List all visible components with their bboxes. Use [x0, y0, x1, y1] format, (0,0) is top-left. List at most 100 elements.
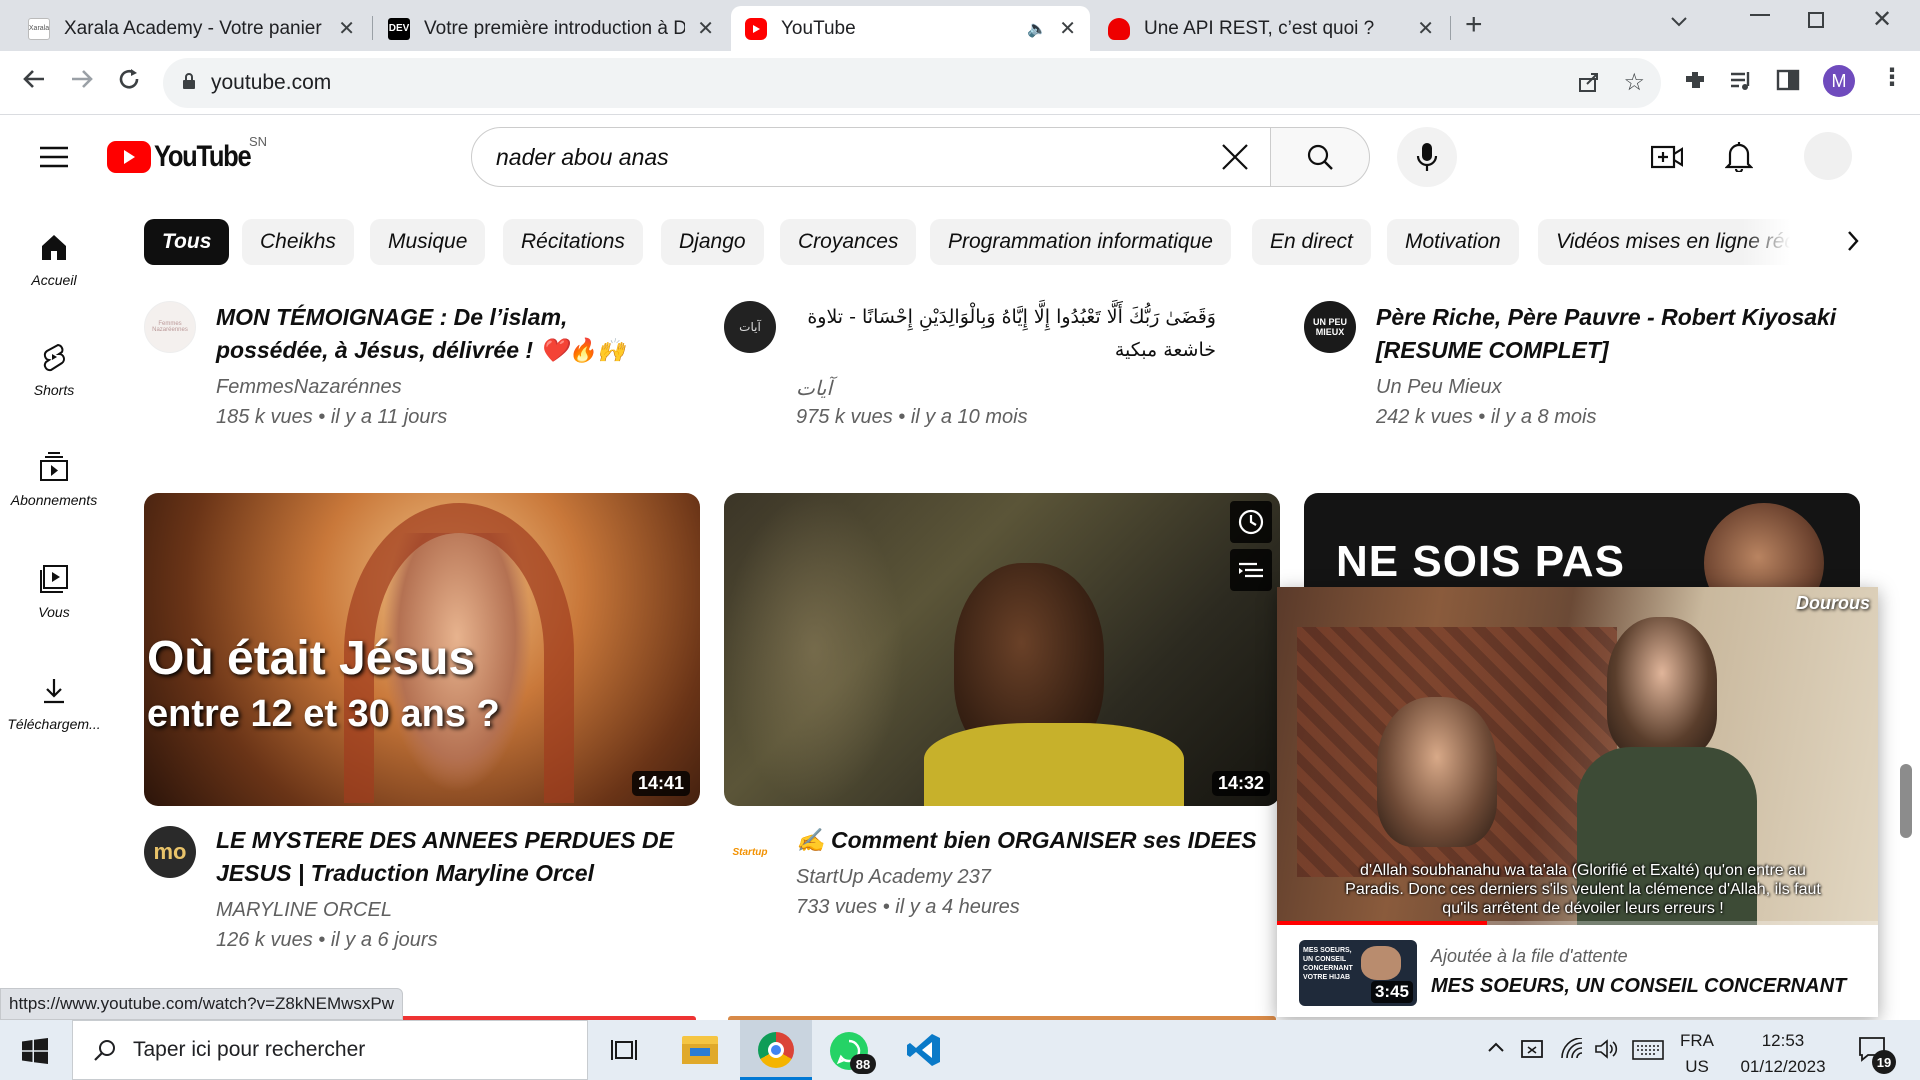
address-bar[interactable]: youtube.com ☆ — [163, 58, 1661, 108]
file-explorer-icon[interactable] — [682, 1032, 718, 1066]
extensions-icon[interactable] — [1682, 68, 1708, 99]
tab-search-icon[interactable] — [1668, 10, 1690, 37]
progress-track[interactable] — [1277, 921, 1878, 925]
chip-cheikhs[interactable]: Cheikhs — [242, 219, 354, 265]
nav-label: Shorts — [33, 382, 75, 398]
forward-icon[interactable] — [68, 65, 96, 98]
browser-tab[interactable]: Une API REST, c’est quoi ? ✕ — [1094, 6, 1448, 51]
clock-time: 12:53 — [1761, 1031, 1805, 1050]
video-title[interactable]: LE MYSTERE DES ANNEES PERDUES DE JESUS |… — [216, 824, 686, 890]
clear-search-icon[interactable] — [1220, 142, 1250, 178]
windows-start-icon[interactable] — [22, 1038, 48, 1069]
channel-avatar[interactable]: Startup — [724, 826, 776, 878]
notifications-icon[interactable]: 19 — [1858, 1036, 1896, 1074]
language-code: FRA — [1680, 1031, 1714, 1050]
miniplayer-video[interactable]: Dourous d'Allah soubhanahu wa ta'ala (Gl… — [1277, 587, 1878, 925]
restore-button[interactable] — [1808, 12, 1824, 28]
battery-icon[interactable] — [1520, 1038, 1546, 1065]
lock-icon[interactable] — [181, 72, 197, 95]
watch-later-icon[interactable] — [1230, 501, 1272, 543]
page-scrollbar[interactable] — [1900, 764, 1912, 838]
nav-label: Vous — [38, 604, 70, 620]
nav-telechargements[interactable]: Téléchargem... — [0, 676, 108, 732]
chip-motivation[interactable]: Motivation — [1387, 219, 1519, 265]
close-icon[interactable]: ✕ — [338, 16, 355, 41]
task-view-icon[interactable] — [610, 1036, 638, 1069]
create-video-icon[interactable] — [1650, 144, 1684, 175]
profile-avatar[interactable]: M — [1823, 65, 1855, 97]
vscode-icon[interactable] — [906, 1032, 942, 1073]
tray-chevron-up-icon[interactable] — [1486, 1038, 1506, 1063]
share-icon[interactable] — [1577, 70, 1601, 99]
video-title[interactable]: MON TÉMOIGNAGE : De l’islam, possédée, à… — [216, 301, 686, 367]
input-language[interactable]: FRA US — [1672, 1028, 1722, 1080]
new-tab-button[interactable]: + — [1465, 8, 1483, 42]
channel-name[interactable]: StartUp Academy 237 — [796, 866, 991, 889]
close-icon[interactable]: ✕ — [1417, 16, 1434, 41]
video-speaker-right — [1607, 617, 1717, 757]
channel-avatar[interactable]: آيات — [724, 301, 776, 353]
progress-fill — [1277, 921, 1488, 925]
nav-shorts[interactable]: Shorts — [0, 342, 108, 398]
chip-musique[interactable]: Musique — [370, 219, 486, 265]
more-menu-icon[interactable]: ⋮ — [1880, 63, 1904, 92]
video-duration: 14:41 — [631, 771, 690, 796]
close-icon[interactable]: ✕ — [1059, 16, 1076, 41]
wifi-icon[interactable] — [1560, 1037, 1584, 1065]
chip-programmation[interactable]: Programmation informatique — [930, 219, 1231, 265]
reload-icon[interactable] — [115, 65, 143, 98]
chip-en-direct[interactable]: En direct — [1252, 219, 1371, 265]
chrome-taskbar-button[interactable] — [740, 1020, 812, 1080]
search-input[interactable]: nader abou anas — [471, 127, 1271, 187]
home-icon — [42, 235, 66, 260]
youtube-logo[interactable]: YouTube — [107, 140, 267, 174]
channel-avatar[interactable]: UN PEU MIEUX — [1304, 301, 1356, 353]
channel-name[interactable]: FemmesNazarénnes — [216, 376, 402, 399]
queue-thumb-text: MES SOEURS, UN CONSEIL CONCERNANT VOTRE … — [1303, 947, 1353, 981]
add-to-queue-icon[interactable] — [1230, 549, 1272, 591]
chevron-right-icon[interactable] — [1838, 226, 1868, 261]
channel-avatar[interactable]: mo — [144, 826, 196, 878]
hamburger-menu-icon[interactable] — [40, 146, 68, 173]
chip-croyances[interactable]: Croyances — [780, 219, 917, 265]
video-stats: 242 k vues • il y a 8 mois — [1376, 406, 1597, 428]
notifications-bell-icon[interactable] — [1724, 140, 1754, 177]
channel-avatar[interactable]: Femmes Nazaréennes — [144, 301, 196, 353]
media-control-icon[interactable] — [1728, 68, 1754, 99]
nav-abonnements[interactable]: Abonnements — [0, 452, 108, 508]
back-icon[interactable] — [20, 65, 48, 98]
taskbar-clock[interactable]: 12:53 01/12/2023 — [1728, 1028, 1838, 1080]
nav-accueil[interactable]: Accueil — [0, 232, 108, 288]
volume-icon[interactable] — [1594, 1038, 1618, 1065]
minimize-button[interactable] — [1750, 14, 1770, 16]
video-thumbnail[interactable]: 14:32 — [724, 493, 1280, 806]
video-title[interactable]: وَقَضَىٰ رَبُّكَ أَلَّا تَعْبُدُوا إِلَّ… — [796, 301, 1216, 367]
nav-vous[interactable]: Vous — [0, 564, 108, 620]
account-avatar[interactable] — [1804, 132, 1852, 180]
channel-name[interactable]: Un Peu Mieux — [1376, 376, 1502, 399]
browser-tab[interactable]: DEV Votre première introduction à Dj ✕ — [374, 6, 728, 51]
keyboard-icon[interactable] — [1632, 1040, 1664, 1065]
channel-name[interactable]: آيات — [796, 376, 832, 401]
channel-name[interactable]: MARYLINE ORCEL — [216, 899, 392, 922]
video-title[interactable]: ✍️ Comment bien ORGANISER ses IDEES — [796, 824, 1266, 857]
voice-search-button[interactable] — [1397, 127, 1457, 187]
video-title[interactable]: Père Riche, Père Pauvre - Robert Kiyosak… — [1376, 301, 1846, 367]
taskbar-search[interactable]: Taper ici pour rechercher — [72, 1020, 588, 1080]
search-button[interactable] — [1270, 127, 1370, 187]
queue-title[interactable]: MES SOEURS, UN CONSEIL CONCERNANT — [1431, 975, 1846, 998]
bookmark-star-icon[interactable]: ☆ — [1623, 68, 1645, 97]
queue-thumbnail[interactable]: MES SOEURS, UN CONSEIL CONCERNANT VOTRE … — [1299, 940, 1417, 1006]
side-panel-icon[interactable] — [1776, 68, 1800, 97]
window-close-button[interactable]: ✕ — [1872, 5, 1892, 34]
chip-django[interactable]: Django — [661, 219, 764, 265]
whatsapp-icon[interactable]: 88 — [830, 1032, 876, 1074]
thumbnail-shirt — [924, 723, 1184, 806]
speaker-icon[interactable]: 🔈 — [1027, 19, 1047, 39]
chip-recitations[interactable]: Récitations — [503, 219, 643, 265]
close-icon[interactable]: ✕ — [697, 16, 714, 41]
video-thumbnail[interactable]: Où était Jésus entre 12 et 30 ans ? 14:4… — [144, 493, 700, 806]
browser-tab[interactable]: Xarala Xarala Academy - Votre panier ✕ — [14, 6, 369, 51]
chip-tous[interactable]: Tous — [144, 219, 230, 265]
browser-tab-active[interactable]: YouTube 🔈 ✕ — [731, 6, 1090, 51]
